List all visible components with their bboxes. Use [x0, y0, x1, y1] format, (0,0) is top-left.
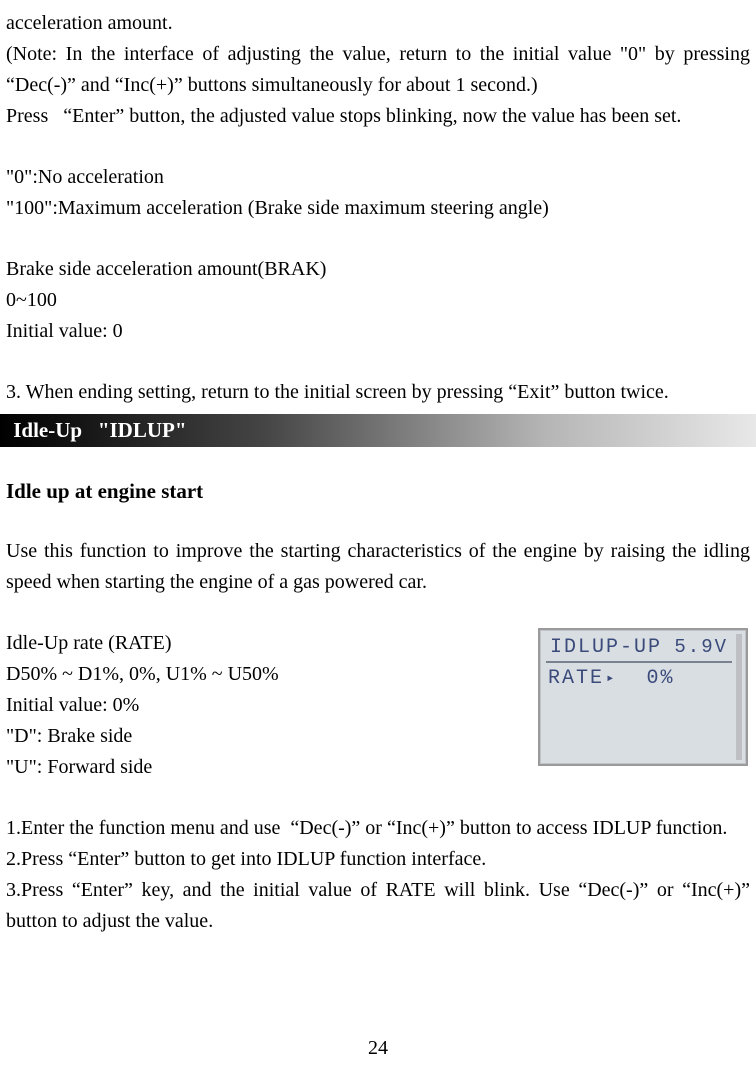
paragraph: (Note: In the interface of adjusting the… — [6, 39, 750, 101]
paragraph: D50% ~ D1%, 0%, U1% ~ U50% — [6, 659, 530, 690]
subheading: Idle up at engine start — [6, 475, 750, 508]
lcd-marker-icon: ▸ — [606, 670, 616, 687]
paragraph: acceleration amount. — [6, 8, 750, 39]
paragraph: 0~100 — [6, 285, 750, 316]
paragraph: Press “Enter” button, the adjusted value… — [6, 101, 750, 132]
lcd-display: IDLUP-UP 5.9V RATE ▸ 0% — [538, 628, 748, 766]
paragraph: "0":No acceleration — [6, 162, 750, 193]
page-number: 24 — [0, 1037, 756, 1060]
paragraph: 3. When ending setting, return to the in… — [6, 377, 750, 408]
step-paragraph: 2.Press “Enter” button to get into IDLUP… — [6, 844, 750, 875]
step-paragraph: 3.Press “Enter” key, and the initial val… — [6, 875, 750, 937]
paragraph: Initial value: 0 — [6, 316, 750, 347]
step-paragraph: 1.Enter the function menu and use “Dec(-… — [6, 813, 750, 844]
lcd-rate-label: RATE — [548, 667, 604, 690]
section-banner: Idle-Up "IDLUP" — [0, 414, 756, 447]
paragraph: Brake side acceleration amount(BRAK) — [6, 254, 750, 285]
paragraph: Initial value: 0% — [6, 690, 530, 721]
lcd-rate-value: 0% — [646, 667, 674, 690]
lcd-title: IDLUP-UP — [550, 636, 662, 659]
paragraph: Idle-Up rate (RATE) — [6, 628, 530, 659]
paragraph: "100":Maximum acceleration (Brake side m… — [6, 193, 750, 224]
lcd-voltage: 5.9V — [674, 636, 728, 658]
paragraph: "D": Brake side — [6, 721, 530, 752]
paragraph: Use this function to improve the startin… — [6, 536, 750, 598]
paragraph: "U": Forward side — [6, 752, 530, 783]
